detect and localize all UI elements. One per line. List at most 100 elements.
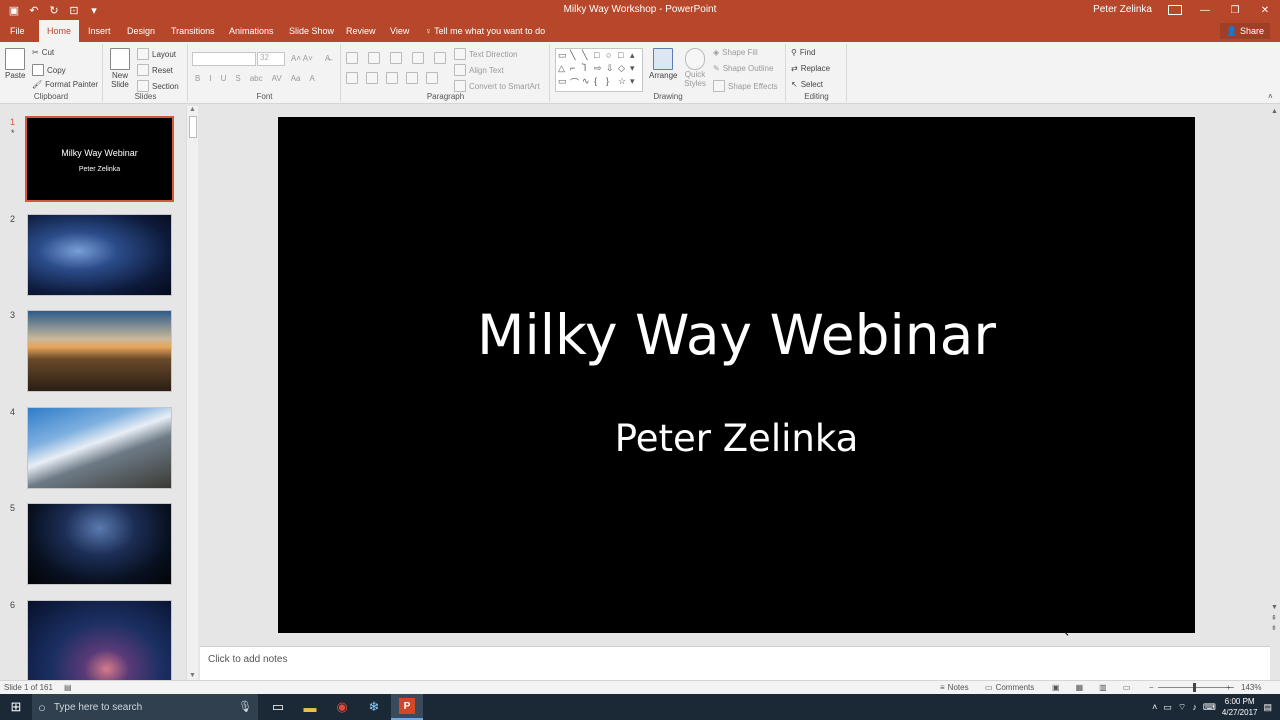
scroll-down-icon[interactable]: ▼: [189, 672, 196, 679]
tab-view[interactable]: View: [384, 20, 415, 42]
font-size-field[interactable]: 32: [257, 52, 285, 66]
editor-scrollbar[interactable]: ▲ ▼ ⇞ ⇟: [1270, 104, 1280, 680]
tab-animations[interactable]: Animations: [223, 20, 280, 42]
change-case-icon[interactable]: Aa: [291, 74, 301, 83]
tab-home[interactable]: Home: [39, 20, 79, 42]
task-view-icon[interactable]: ▭: [262, 694, 294, 720]
file-explorer-icon[interactable]: ▬: [294, 694, 326, 720]
zoom-level[interactable]: 143%: [1241, 683, 1261, 692]
copy-button[interactable]: Copy: [32, 64, 66, 76]
replace-button[interactable]: ⇄ Replace: [791, 64, 830, 73]
rectangle-shape-icon[interactable]: □: [594, 50, 606, 63]
italic-icon[interactable]: I: [209, 74, 211, 83]
text-direction-button[interactable]: Text Direction: [454, 48, 517, 60]
reading-view-icon[interactable]: ▥: [1099, 683, 1107, 692]
normal-view-icon[interactable]: ▣: [1052, 683, 1060, 692]
shape-outline-button[interactable]: ✎ Shape Outline: [713, 64, 773, 73]
columns-icon[interactable]: [426, 72, 438, 84]
select-button[interactable]: ↖ Select: [791, 80, 823, 89]
arrange-button[interactable]: Arrange: [649, 48, 677, 80]
align-right-icon[interactable]: [386, 72, 398, 84]
new-slide-button[interactable]: New Slide: [108, 48, 132, 89]
underline-icon[interactable]: U: [221, 74, 227, 83]
slide-thumbnail-image[interactable]: [27, 214, 172, 296]
grow-font-icon[interactable]: A˄ A˅: [291, 54, 313, 63]
shape-icon[interactable]: ▭: [558, 76, 570, 89]
scroll-up-icon[interactable]: ▲: [1271, 108, 1278, 115]
battery-icon[interactable]: ▭: [1163, 702, 1172, 713]
paste-button[interactable]: Paste: [5, 48, 25, 80]
cut-button[interactable]: ✂ Cut: [32, 48, 54, 57]
tab-review[interactable]: Review: [340, 20, 382, 42]
slide-sorter-icon[interactable]: ▦: [1076, 683, 1084, 692]
curve-shape-icon[interactable]: ∿: [582, 76, 594, 89]
zoom-out-icon[interactable]: −: [1149, 683, 1154, 692]
tab-insert[interactable]: Insert: [82, 20, 117, 42]
zoom-slider-handle[interactable]: [1193, 683, 1196, 692]
tab-transitions[interactable]: Transitions: [165, 20, 221, 42]
brace-shape-icon[interactable]: }: [606, 76, 618, 89]
textbox-shape-icon[interactable]: ▭: [558, 50, 570, 63]
align-text-button[interactable]: Align Text: [454, 64, 504, 76]
tab-slide-show[interactable]: Slide Show: [283, 20, 340, 42]
format-painter-button[interactable]: 🖌 Format Painter: [32, 80, 98, 89]
slide-thumbnail-image[interactable]: [27, 600, 172, 682]
character-spacing-icon[interactable]: AV: [272, 74, 282, 83]
strikethrough-icon[interactable]: abc: [250, 74, 263, 83]
slide-thumbnail-image[interactable]: [27, 310, 172, 392]
slide-thumbnail-image[interactable]: [27, 503, 172, 585]
line-spacing-icon[interactable]: [434, 52, 446, 64]
font-name-field[interactable]: [192, 52, 256, 66]
current-slide[interactable]: Milky Way Webinar Peter Zelinka: [278, 117, 1195, 633]
powerpoint-taskbar-icon[interactable]: P: [391, 694, 423, 720]
shape-fill-button[interactable]: ◈ Shape Fill: [713, 48, 758, 57]
rectangle-shape-icon[interactable]: □: [618, 50, 630, 63]
windows-start-icon[interactable]: ⊞: [0, 694, 32, 720]
keyboard-icon[interactable]: ⌨: [1203, 702, 1216, 713]
slideshow-icon[interactable]: ▭: [1123, 683, 1131, 692]
connector-shape-icon[interactable]: Ⴈ: [582, 63, 594, 76]
align-center-icon[interactable]: [366, 72, 378, 84]
spell-check-icon[interactable]: ▤: [64, 683, 72, 692]
arrow-down-shape-icon[interactable]: ⇩: [606, 63, 618, 76]
volume-icon[interactable]: ♪: [1192, 702, 1197, 712]
decrease-indent-icon[interactable]: [390, 52, 402, 64]
close-icon[interactable]: ✕: [1250, 0, 1280, 20]
convert-smartart-button[interactable]: Convert to SmartArt: [454, 80, 540, 92]
shape-effects-button[interactable]: Shape Effects: [713, 80, 778, 92]
gallery-down-icon[interactable]: ▾: [630, 63, 642, 76]
justify-icon[interactable]: [406, 72, 418, 84]
bullets-icon[interactable]: [346, 52, 358, 64]
scrollbar-thumb[interactable]: [189, 116, 197, 138]
slide-thumbnail-image[interactable]: [27, 407, 172, 489]
find-button[interactable]: ⚲ Find: [791, 48, 815, 57]
increase-indent-icon[interactable]: [412, 52, 424, 64]
oval-shape-icon[interactable]: ○: [606, 50, 618, 63]
layout-button[interactable]: Layout: [137, 48, 176, 60]
minimize-icon[interactable]: —: [1190, 0, 1220, 20]
action-center-icon[interactable]: ▤: [1263, 702, 1272, 713]
triangle-shape-icon[interactable]: △: [558, 63, 570, 76]
numbering-icon[interactable]: [368, 52, 380, 64]
font-color-icon[interactable]: A: [309, 74, 314, 83]
taskbar-search-box[interactable]: ○ Type here to search 🎙: [32, 694, 258, 720]
bold-icon[interactable]: B: [195, 74, 200, 83]
ribbon-display-options-icon[interactable]: [1160, 0, 1190, 20]
zoom-slider[interactable]: [1158, 687, 1234, 688]
line-shape-icon[interactable]: ╲: [582, 50, 594, 63]
comments-button[interactable]: ▭ Comments: [985, 683, 1034, 692]
show-hidden-icons-icon[interactable]: ˄: [1152, 702, 1157, 712]
previous-slide-icon[interactable]: ⇞: [1271, 614, 1277, 622]
star-shape-icon[interactable]: ☆: [618, 76, 630, 89]
arrow-right-shape-icon[interactable]: ⇨: [594, 63, 606, 76]
microphone-icon[interactable]: 🎙: [238, 700, 252, 713]
connector-shape-icon[interactable]: ⌐: [570, 63, 582, 76]
scroll-up-icon[interactable]: ▲: [189, 106, 196, 113]
section-button[interactable]: Section: [137, 80, 179, 92]
align-left-icon[interactable]: [346, 72, 358, 84]
network-icon[interactable]: ⌔: [1178, 702, 1186, 713]
shape-icon[interactable]: ◇: [618, 63, 630, 76]
restore-icon[interactable]: ❐: [1220, 0, 1250, 20]
tab-design[interactable]: Design: [121, 20, 161, 42]
clock[interactable]: 6:00 PM 4/27/2017: [1222, 696, 1258, 718]
